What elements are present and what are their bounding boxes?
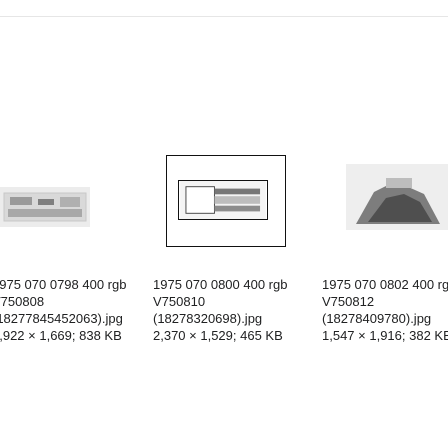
thumbnail-image[interactable] <box>346 164 448 230</box>
thumbnail-image[interactable] <box>178 180 268 220</box>
file-name: (18277845452063).jpg <box>0 311 123 326</box>
thumbnail-caption: 1975 070 0802 400 rgb V750812 (182784097… <box>322 276 448 344</box>
file-code: V750812 <box>322 294 375 309</box>
file-name: (18278409780).jpg <box>322 311 432 326</box>
file-code: V750810 <box>153 294 206 309</box>
thumbnail-image[interactable] <box>0 187 90 227</box>
file-meta: 2,370 × 1,529; 465 KB <box>153 328 283 343</box>
thumbnail-caption: 1975 070 0798 400 rgb V750808 (182778454… <box>0 276 142 344</box>
file-meta: 1,922 × 1,669; 838 KB <box>0 328 122 343</box>
file-meta: 1,547 × 1,916; 382 KB <box>322 328 448 343</box>
top-divider <box>0 16 448 17</box>
file-title[interactable]: 1975 070 0798 400 rgb <box>0 276 142 293</box>
thumbnail-caption: 1975 070 0800 400 rgb V750810 (182783206… <box>153 276 328 344</box>
file-name: (18278320698).jpg <box>153 311 263 326</box>
file-title[interactable]: 1975 070 0802 400 rgb <box>322 276 448 293</box>
file-code: V750808 <box>0 294 45 309</box>
file-title[interactable]: 1975 070 0800 400 rgb <box>153 276 328 293</box>
